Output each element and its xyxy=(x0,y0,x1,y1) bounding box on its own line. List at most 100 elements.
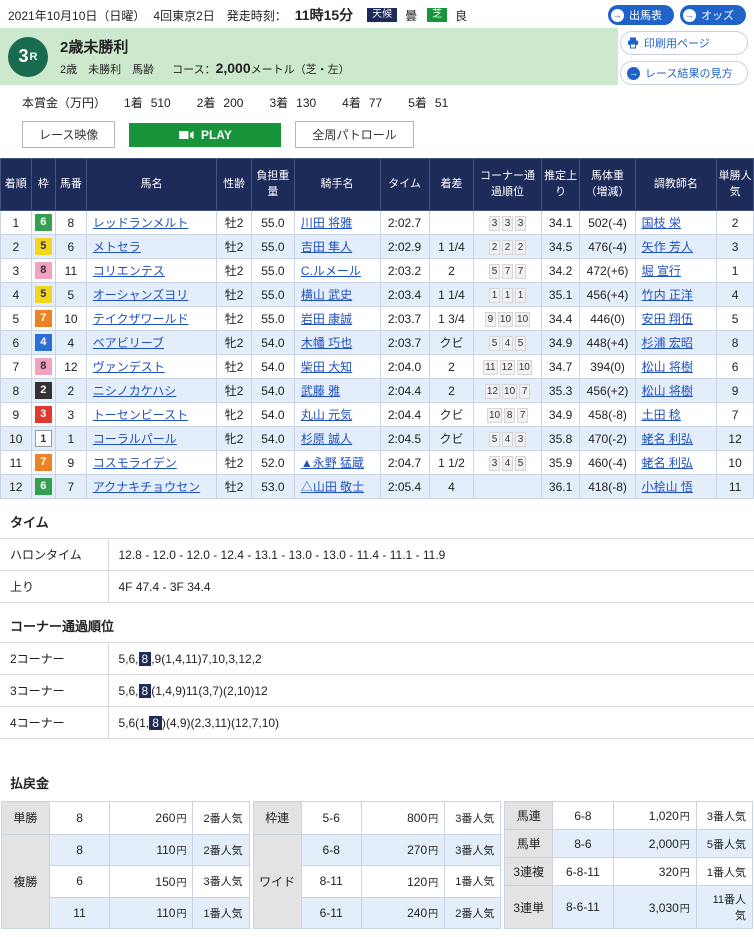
print-page-button[interactable]: 印刷用ページ xyxy=(620,31,748,55)
trainer-link[interactable]: 松山 将樹 xyxy=(642,360,693,374)
corner-body: 2コーナー 5,6, 8,9(1,4,11)7,10,3,12,2 3コーナー 5,6,… xyxy=(0,642,754,739)
corner-position: 8 xyxy=(504,407,516,423)
column-header: 調教師名 xyxy=(634,158,718,211)
carried-weight-cell: 54.0 xyxy=(250,354,295,379)
horse-name-link[interactable]: ベアビリーブ xyxy=(93,336,164,350)
horse-name-link[interactable]: ニシノカケハシ xyxy=(93,384,177,398)
trainer-link[interactable]: 堀 宣行 xyxy=(642,264,681,278)
time-row-value: 12.8 - 12.0 - 12.0 - 12.4 - 13.1 - 13.0 … xyxy=(108,538,754,571)
margin-cell: クビ xyxy=(428,402,475,427)
trainer-link[interactable]: 矢作 芳人 xyxy=(642,240,693,254)
jockey-cell: 横山 武史 xyxy=(293,282,381,307)
sex-age-cell: 牡2 xyxy=(216,450,252,475)
patrol-video-button[interactable]: 全周パトロール xyxy=(295,121,414,148)
win-favorite-cell: 7 xyxy=(716,402,754,427)
finish-position-cell: 12 xyxy=(0,474,32,499)
horse-name-link[interactable]: コリエンテス xyxy=(93,264,165,278)
column-header: 単勝人気 xyxy=(716,158,754,211)
horse-name-cell: コスモライデン xyxy=(85,450,218,475)
jockey-link[interactable]: 柴田 大知 xyxy=(301,360,352,374)
horse-number-cell: 12 xyxy=(55,354,87,379)
sex-age-cell: 牡2 xyxy=(216,282,252,307)
horse-name-link[interactable]: コスモライデン xyxy=(93,456,177,470)
trainer-link[interactable]: 松山 将樹 xyxy=(642,384,693,398)
time-cell: 2:04.5 xyxy=(379,426,430,451)
results-guide-button[interactable]: → レース結果の見方 xyxy=(620,61,748,85)
corner-position: 3 xyxy=(502,215,514,231)
corner-order-text: (1,4,9)11(3,7)(2,10)12 xyxy=(151,683,268,698)
horse-name-link[interactable]: オーシャンズヨリ xyxy=(93,288,189,302)
trainer-link[interactable]: 蛯名 利弘 xyxy=(642,456,693,470)
trainer-link[interactable]: 安田 翔伍 xyxy=(642,312,693,326)
corner-row-label: 4コーナー xyxy=(0,706,109,739)
jockey-link[interactable]: 横山 武史 xyxy=(301,288,352,302)
horse-name-link[interactable]: メトセラ xyxy=(93,240,141,254)
jockey-link[interactable]: 川田 将雅 xyxy=(301,216,352,230)
results-table: 着順枠馬番 馬名 性齢 負担重量 騎手名 タイム 着差 コーナー通過順位 推定上り 馬体重（増減）… xyxy=(0,158,754,499)
finish-position-cell: 5 xyxy=(0,306,32,331)
trainer-cell: 小桧山 悟 xyxy=(634,474,718,499)
race-conditions: 2歳 未勝利 馬齢 xyxy=(60,64,155,76)
popularity-cell: 1番人気 xyxy=(192,896,250,930)
sex-age-cell: 牝2 xyxy=(216,426,252,451)
finish-position-cell: 4 xyxy=(0,282,32,307)
horse-name-link[interactable]: トーセンビースト xyxy=(93,408,188,422)
prize-rank: 3着 xyxy=(269,96,289,110)
payout-tables: 単勝 8 260円 2番人気 複勝 8 110円 2番人気 6 150円 3番人気 11 110円 1番人… xyxy=(0,799,754,937)
trainer-link[interactable]: 竹内 正洋 xyxy=(642,288,693,302)
result-row: 8 2 2 ニシノカケハシ 牡2 54.0 武藤 雅 2:04.4 2 12 10 7 35.3 456(… xyxy=(0,378,754,403)
horse-number-cell: 6 xyxy=(55,234,87,259)
trainer-cell: 矢作 芳人 xyxy=(634,234,718,259)
horse-name-cell: オーシャンズヨリ xyxy=(85,282,218,307)
horse-number-cell: 3 xyxy=(55,402,87,427)
payout-section-title: 払戻金 xyxy=(10,776,50,791)
horse-name-link[interactable]: コーラルパール xyxy=(93,432,177,446)
play-button[interactable]: PLAY xyxy=(129,122,282,147)
jockey-link[interactable]: 武藤 雅 xyxy=(301,384,340,398)
jockey-cell: C.ルメール xyxy=(293,258,381,283)
carried-weight-cell: 54.0 xyxy=(250,426,295,451)
prize-value: 51 xyxy=(434,96,449,110)
result-row: 12 6 7 アクナキチョウセン 牡2 53.0 △山田 敬士 2:05.4 4 36.1 418(… xyxy=(0,474,754,499)
jockey-link[interactable]: 木幡 巧也 xyxy=(301,336,352,350)
prize-money-row: 本賞金（万円） 1着 510 2着 200 3着 130 4着 77 5着 51 xyxy=(0,85,754,115)
carried-weight-cell: 54.0 xyxy=(250,402,295,427)
win-favorite-cell: 12 xyxy=(716,426,754,451)
combination-cell: 6 xyxy=(48,865,111,898)
jockey-link[interactable]: △山田 敬士 xyxy=(301,480,364,494)
payout-amount-cell: 150円 xyxy=(109,865,194,898)
jockey-link[interactable]: ▲永野 猛蔵 xyxy=(301,456,364,470)
horse-name-link[interactable]: レッドランメルト xyxy=(93,216,189,230)
horse-number-cell: 7 xyxy=(55,474,87,499)
results-guide-label: レース結果の見方 xyxy=(645,68,733,80)
arrow-circle-icon: → xyxy=(627,66,640,80)
jockey-link[interactable]: C.ルメール xyxy=(301,264,361,278)
jockey-link[interactable]: 吉田 隼人 xyxy=(301,240,352,254)
time-row-label: ハロンタイム xyxy=(0,538,109,571)
jockey-link[interactable]: 岩田 康誠 xyxy=(301,312,352,326)
payout-amount-cell: 2,000円 xyxy=(612,829,697,858)
last-3f-cell: 34.7 xyxy=(540,354,581,379)
jockey-link[interactable]: 杉原 誠人 xyxy=(301,432,352,446)
racecard-button[interactable]: → 出馬表 xyxy=(608,5,674,25)
combination-cell: 8 xyxy=(48,833,111,867)
corner-position: 3 xyxy=(515,215,527,231)
horse-weight-cell: 394(0) xyxy=(579,354,636,379)
payout-amount: 120 xyxy=(407,874,428,889)
jockey-link[interactable]: 丸山 元気 xyxy=(301,408,352,422)
result-row: 5 7 10 テイクザワールド 牡2 55.0 岩田 康誠 2:03.7 1 3/4 9 10 10 3… xyxy=(0,306,754,331)
frame-badge: 2 xyxy=(34,382,52,399)
horse-name-link[interactable]: ヴァンデスト xyxy=(93,360,165,374)
horse-number-cell: 8 xyxy=(55,210,87,235)
trainer-link[interactable]: 国枝 栄 xyxy=(642,216,681,230)
trainer-link[interactable]: 蛯名 利弘 xyxy=(642,432,693,446)
trainer-link[interactable]: 杉浦 宏昭 xyxy=(642,336,693,350)
odds-button[interactable]: → オッズ xyxy=(680,5,746,25)
trainer-link[interactable]: 小桧山 悟 xyxy=(642,480,693,494)
trainer-link[interactable]: 土田 稔 xyxy=(642,408,681,422)
horse-name-link[interactable]: テイクザワールド xyxy=(93,312,189,326)
corner-position: 5 xyxy=(489,335,501,351)
win-favorite-cell: 2 xyxy=(716,210,754,235)
horse-name-link[interactable]: アクナキチョウセン xyxy=(93,480,200,494)
race-video-button[interactable]: レース映像 xyxy=(22,121,116,148)
